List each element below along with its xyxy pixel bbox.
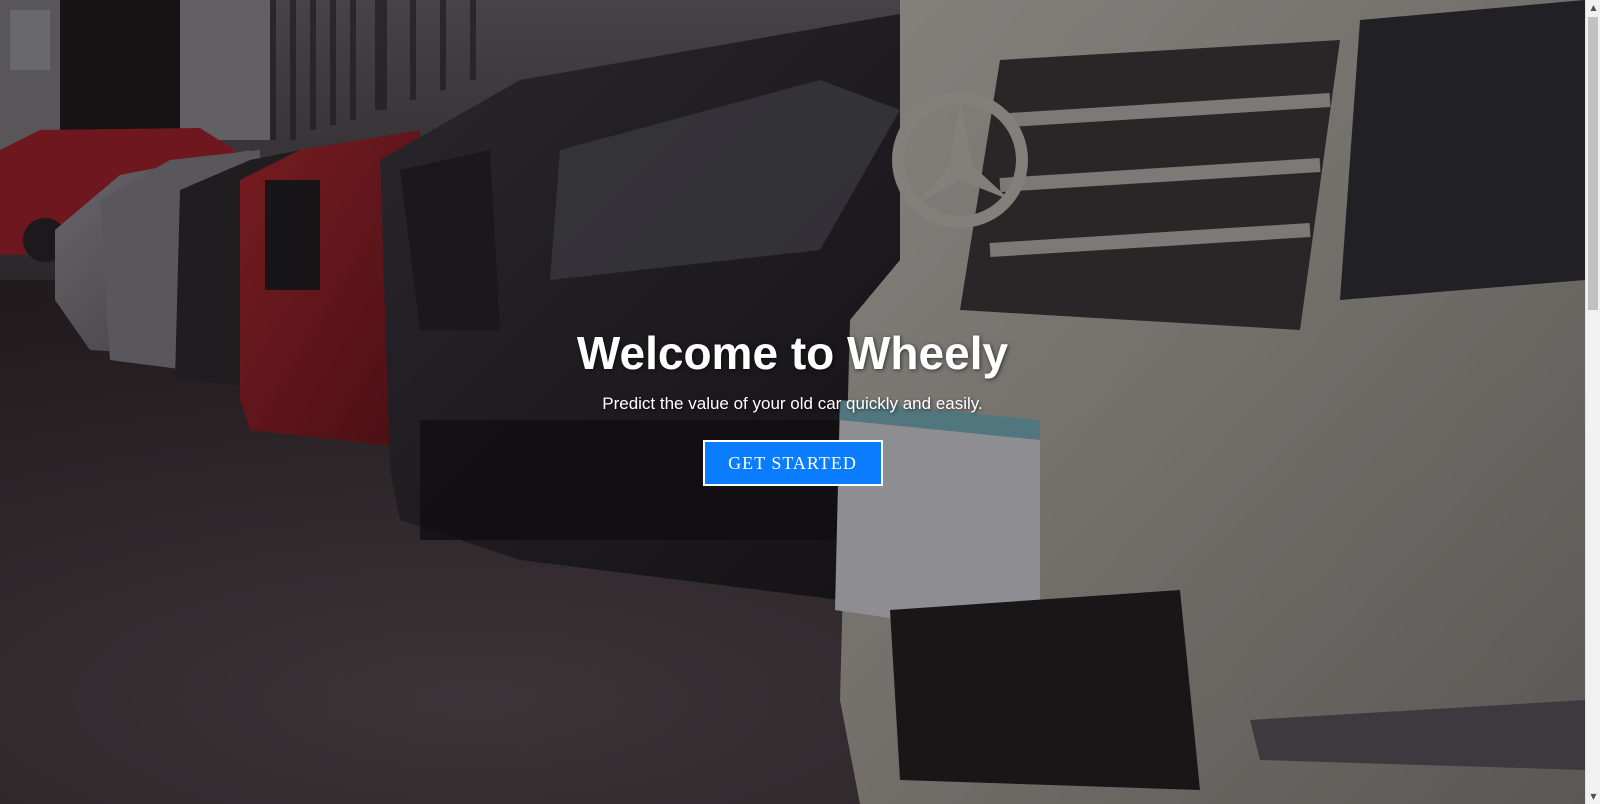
hero-title: Welcome to Wheely [576,327,1009,379]
hero-section: Welcome to Wheely Predict the value of y… [0,0,1585,804]
vertical-scrollbar[interactable]: ▲ ▼ [1585,0,1600,804]
hero-content: Welcome to Wheely Predict the value of y… [0,0,1585,804]
scrollbar-thumb[interactable] [1588,17,1598,310]
get-started-button[interactable]: GET STARTED [702,440,883,486]
chevron-up-icon[interactable]: ▲ [1586,0,1600,15]
chevron-down-icon[interactable]: ▼ [1586,789,1600,804]
hero-subtitle: Predict the value of your old car quickl… [602,394,983,413]
